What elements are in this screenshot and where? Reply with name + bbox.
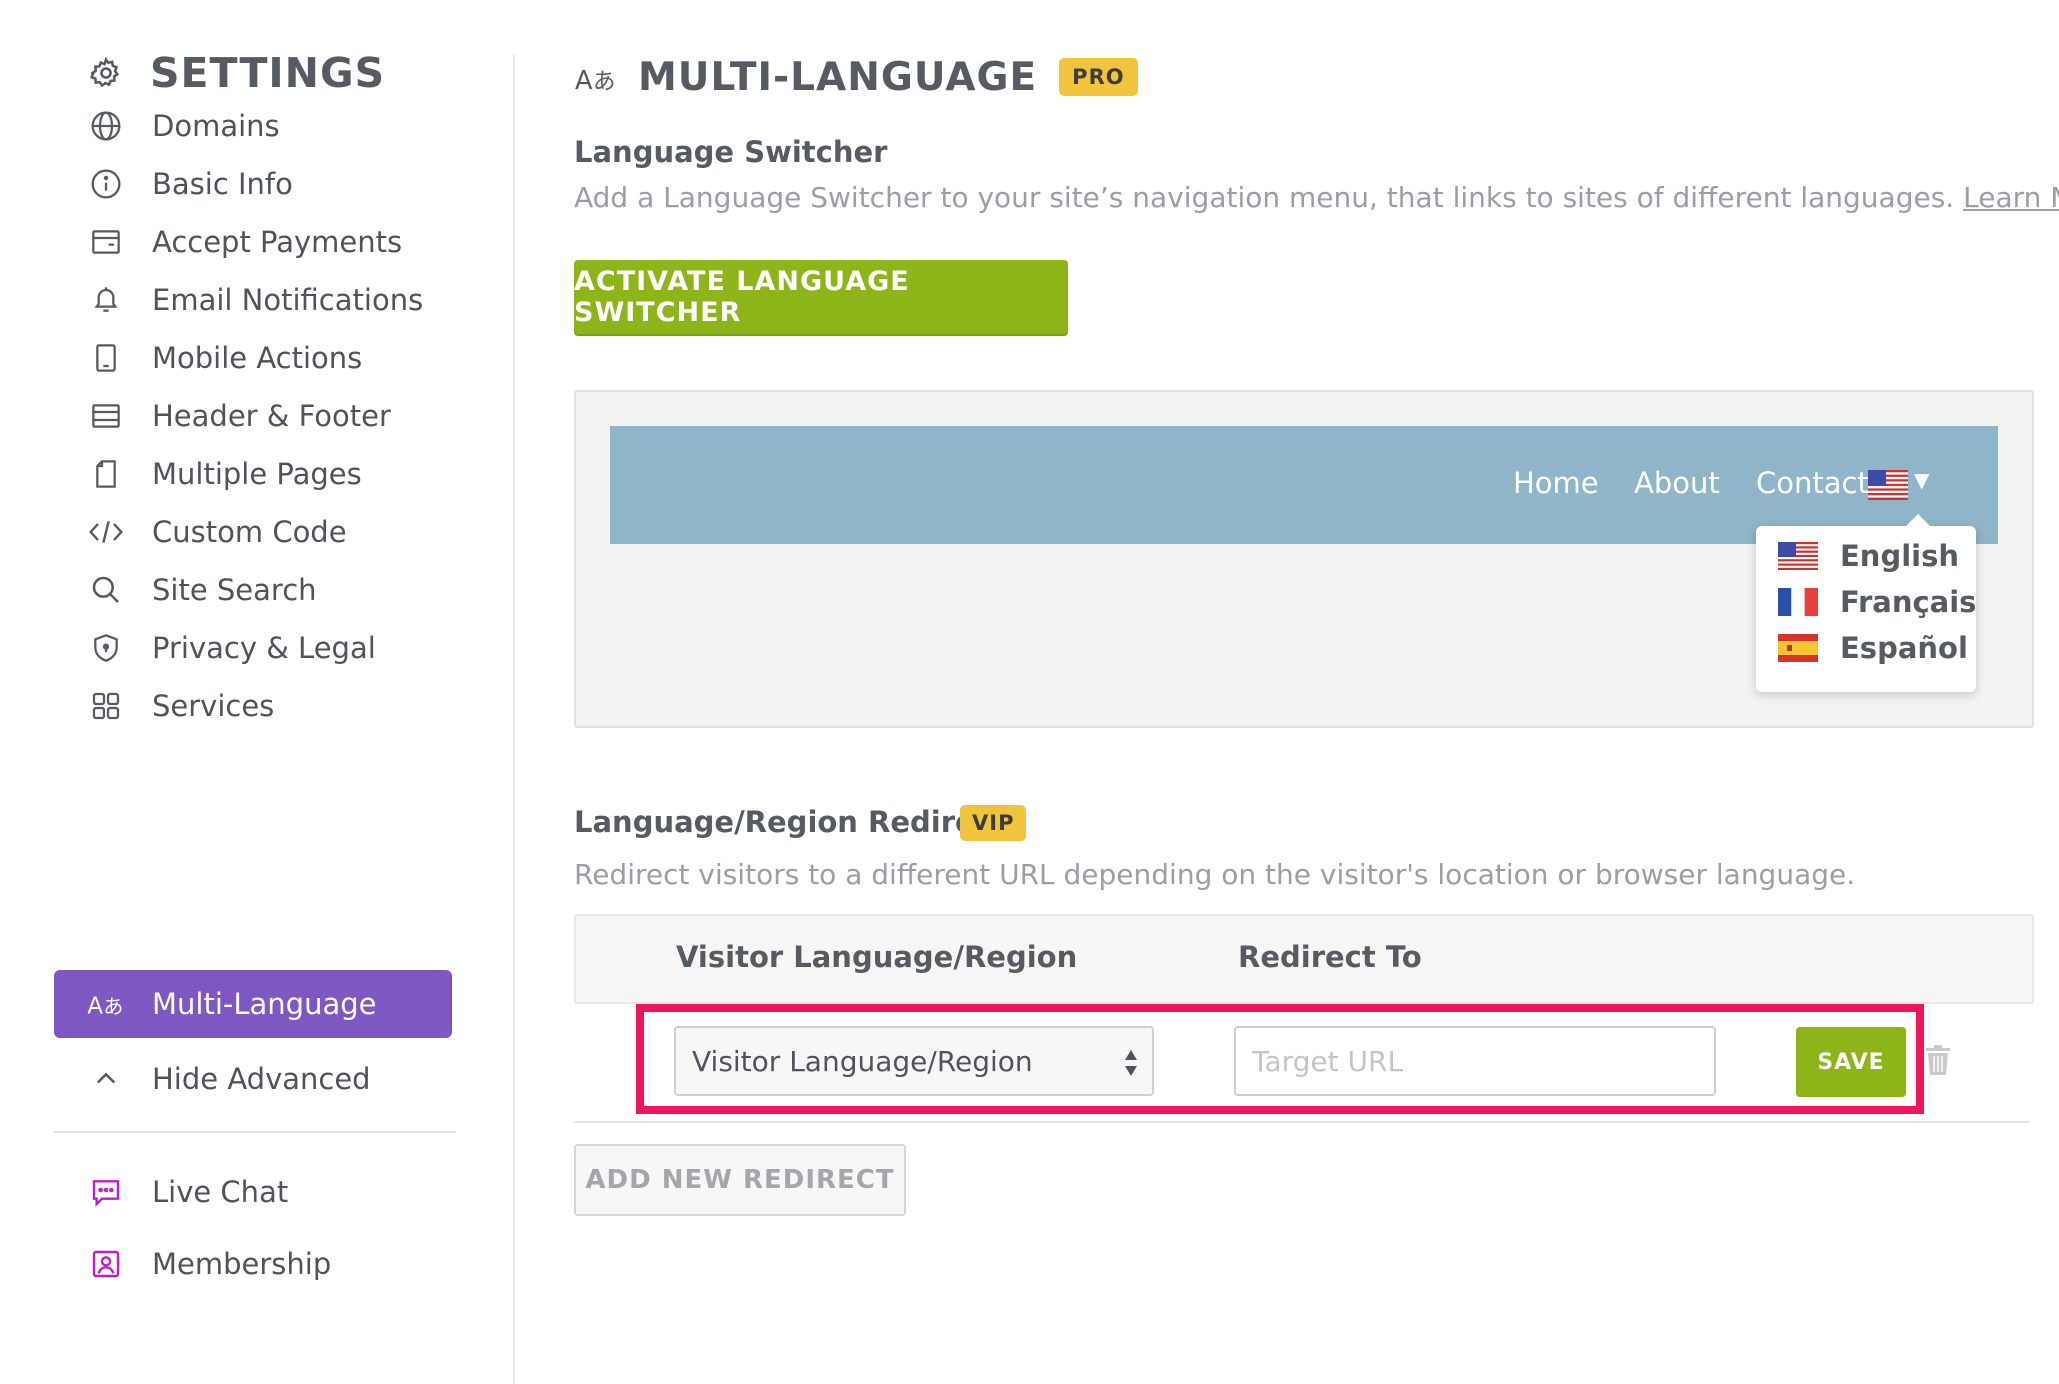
- sidebar-item-label: Email Notifications: [152, 283, 424, 317]
- page-icon: [86, 454, 126, 494]
- sidebar-item-label: Site Search: [152, 573, 317, 607]
- svg-text:A: A: [87, 993, 103, 1019]
- fr-flag-icon: [1778, 588, 1818, 616]
- sidebar-item-label: Hide Advanced: [152, 1062, 371, 1096]
- svg-text:あ: あ: [103, 994, 123, 1018]
- column-header-visitor-language: Visitor Language/Region: [676, 940, 1078, 974]
- bell-icon: [86, 280, 126, 320]
- activate-language-switcher-button[interactable]: ACTIVATE LANGUAGE SWITCHER: [574, 260, 1068, 334]
- code-icon: [86, 512, 126, 552]
- sidebar-item-live-chat[interactable]: Live Chat: [54, 1158, 452, 1226]
- trash-icon[interactable]: [1924, 1044, 1952, 1076]
- language-label: Français: [1840, 585, 1977, 619]
- redirect-table-header: Visitor Language/Region Redirect To: [574, 914, 2034, 1004]
- grid-icon: [86, 686, 126, 726]
- description-text: Add a Language Switcher to your site’s n…: [574, 181, 1955, 214]
- translate-icon: Aあ: [86, 984, 126, 1024]
- language-option-english: English: [1778, 536, 1959, 576]
- page-header: Aあ MULTI-LANGUAGE PRO: [574, 50, 1138, 104]
- language-option-french: Français: [1778, 582, 1976, 622]
- sidebar-item-label: Multiple Pages: [152, 457, 362, 491]
- redirect-description: Redirect visitors to a different URL dep…: [574, 858, 1856, 891]
- shield-icon: [86, 628, 126, 668]
- chat-icon: [86, 1172, 126, 1212]
- svg-text:A: A: [575, 66, 593, 95]
- sidebar-item-label: Custom Code: [152, 515, 347, 549]
- pro-badge: PRO: [1059, 58, 1138, 96]
- add-new-redirect-button[interactable]: ADD NEW REDIRECT: [574, 1144, 906, 1216]
- sidebar-item-label: Mobile Actions: [152, 341, 363, 375]
- row-divider: [574, 1121, 2030, 1123]
- sidebar-item-label: Live Chat: [152, 1175, 289, 1209]
- member-icon: [86, 1244, 126, 1284]
- settings-sidebar: SETTINGS Domains Basic Info Accept Payme…: [0, 0, 515, 1384]
- chevron-up-icon: [86, 1059, 126, 1099]
- sidebar-item-label: Services: [152, 689, 275, 723]
- sidebar-item-membership[interactable]: Membership: [54, 1230, 452, 1298]
- sidebar-divider: [54, 1131, 456, 1133]
- language-label: Español: [1840, 631, 1968, 665]
- sidebar-item-services[interactable]: Services: [54, 672, 452, 740]
- search-icon: [86, 570, 126, 610]
- language-switcher-description: Add a Language Switcher to your site’s n…: [574, 181, 2059, 214]
- language-option-spanish: Español: [1778, 628, 1968, 668]
- learn-more-link[interactable]: Learn More: [1963, 181, 2059, 214]
- column-header-redirect-to: Redirect To: [1238, 940, 1422, 974]
- sidebar-item-label: Multi-Language: [152, 987, 377, 1021]
- language-switcher-preview: Home About Contact ▼ English Français Es…: [574, 390, 2034, 728]
- settings-title: SETTINGS: [150, 49, 386, 97]
- gear-icon: [86, 53, 126, 93]
- sidebar-item-label: Privacy & Legal: [152, 631, 376, 665]
- highlight-outline: [636, 1004, 1924, 1114]
- sidebar-item-label: Header & Footer: [152, 399, 391, 433]
- sidebar-item-label: Basic Info: [152, 167, 293, 201]
- sidebar-item-label: Membership: [152, 1247, 332, 1281]
- settings-header: SETTINGS: [86, 48, 385, 98]
- es-flag-icon: [1778, 634, 1818, 662]
- redirect-title: Language/Region Redirect: [574, 805, 1006, 839]
- globe-icon: [86, 106, 126, 146]
- layout-icon: [86, 396, 126, 436]
- wallet-icon: [86, 222, 126, 262]
- us-flag-icon: [1778, 542, 1818, 570]
- sidebar-border: [513, 55, 515, 1384]
- language-switcher-title: Language Switcher: [574, 135, 888, 169]
- language-label: English: [1840, 539, 1960, 573]
- us-flag-icon: [1868, 470, 1908, 500]
- preview-nav-link-home: Home: [1513, 466, 1599, 500]
- svg-text:あ: あ: [593, 69, 616, 95]
- mobile-icon: [86, 338, 126, 378]
- language-dropdown: English Français Español: [1756, 514, 1976, 692]
- page-title: MULTI-LANGUAGE: [638, 54, 1038, 100]
- translate-icon: Aあ: [574, 55, 618, 99]
- sidebar-item-hide-advanced[interactable]: Hide Advanced: [54, 1045, 452, 1113]
- preview-nav-link-about: About: [1634, 466, 1720, 500]
- vip-badge: VIP: [960, 805, 1027, 841]
- caret-down-icon: ▼: [1914, 468, 1930, 492]
- sidebar-item-multi-language[interactable]: Aあ Multi-Language: [54, 970, 452, 1038]
- sidebar-item-label: Domains: [152, 109, 280, 143]
- info-icon: [86, 164, 126, 204]
- sidebar-item-label: Accept Payments: [152, 225, 403, 259]
- preview-nav-link-contact: Contact: [1756, 466, 1869, 500]
